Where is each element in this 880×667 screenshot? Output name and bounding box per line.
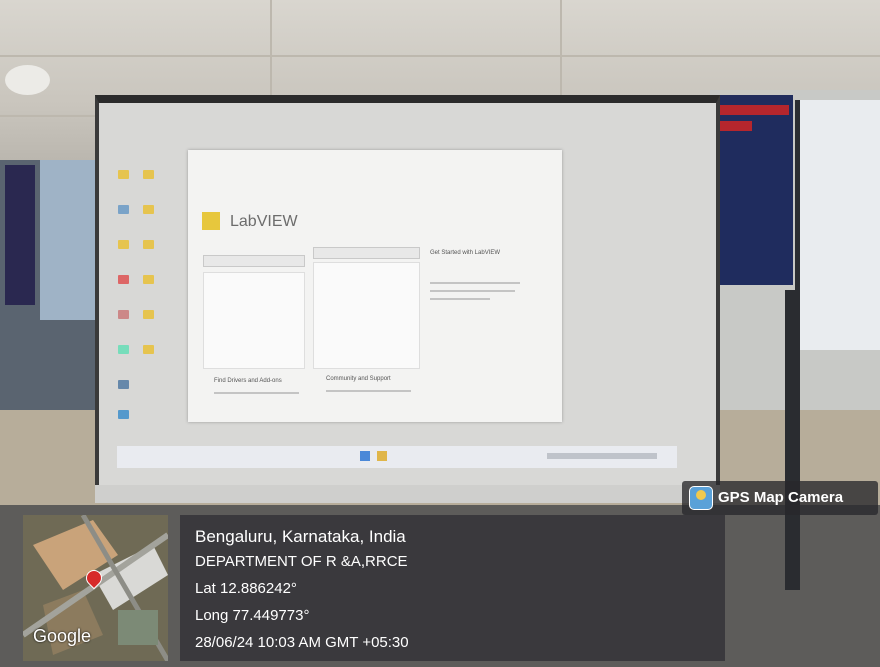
right-banner xyxy=(708,95,793,285)
folder-icon xyxy=(118,170,129,179)
pillar xyxy=(785,290,800,590)
recent-projects-pane xyxy=(203,272,305,369)
community-heading: Community and Support xyxy=(326,376,391,382)
folder-icon xyxy=(143,275,154,284)
app-icon xyxy=(118,310,129,319)
open-existing-button xyxy=(313,247,420,259)
gps-badge-label: GPS Map Camera xyxy=(718,489,844,506)
text-line xyxy=(430,290,515,292)
latitude-text: Lat 12.886242° xyxy=(195,580,297,597)
ceiling-fixture xyxy=(5,65,50,95)
right-window xyxy=(795,100,880,350)
longitude-text: Long 77.449773° xyxy=(195,607,310,624)
desktop-icons xyxy=(113,165,173,435)
left-banner xyxy=(5,165,35,305)
gps-icon-dot xyxy=(696,490,706,500)
folder-icon xyxy=(143,310,154,319)
text-line xyxy=(214,392,299,394)
banner-stripe xyxy=(712,105,789,115)
taskbar xyxy=(117,446,677,468)
text-line xyxy=(430,298,490,300)
google-logo: Google xyxy=(33,626,92,646)
find-drivers-heading: Find Drivers and Add-ons xyxy=(214,378,282,384)
folder-icon xyxy=(143,205,154,214)
get-started-heading: Get Started with LabVIEW xyxy=(430,250,501,256)
labview-title: LabVIEW xyxy=(230,213,298,230)
datetime-text: 28/06/24 10:03 AM GMT +05:30 xyxy=(195,634,409,651)
app-icon xyxy=(118,410,129,419)
text-line xyxy=(326,390,411,392)
screen-bottom-bar xyxy=(95,485,720,503)
ceiling-grid-line xyxy=(0,55,880,57)
app-icon xyxy=(118,205,129,214)
labview-window: LabVIEW Get Started with LabVIEW Find Dr… xyxy=(188,150,562,422)
text-line xyxy=(430,282,520,284)
system-tray xyxy=(547,453,657,459)
app-icon xyxy=(118,380,129,389)
department-text: DEPARTMENT OF R &A,RRCE xyxy=(195,553,408,570)
explorer-icon xyxy=(377,451,387,461)
location-text: Bengaluru, Karnataka, India xyxy=(195,527,406,546)
labview-logo-icon xyxy=(202,212,220,230)
create-project-button xyxy=(203,255,305,267)
start-icon xyxy=(360,451,370,461)
folder-icon xyxy=(118,240,129,249)
app-icon xyxy=(118,275,129,284)
folder-icon xyxy=(143,240,154,249)
recent-files-pane xyxy=(313,262,420,369)
app-icon xyxy=(118,345,129,354)
gps-camera-icon xyxy=(689,486,713,510)
folder-icon xyxy=(143,345,154,354)
folder-icon xyxy=(143,170,154,179)
